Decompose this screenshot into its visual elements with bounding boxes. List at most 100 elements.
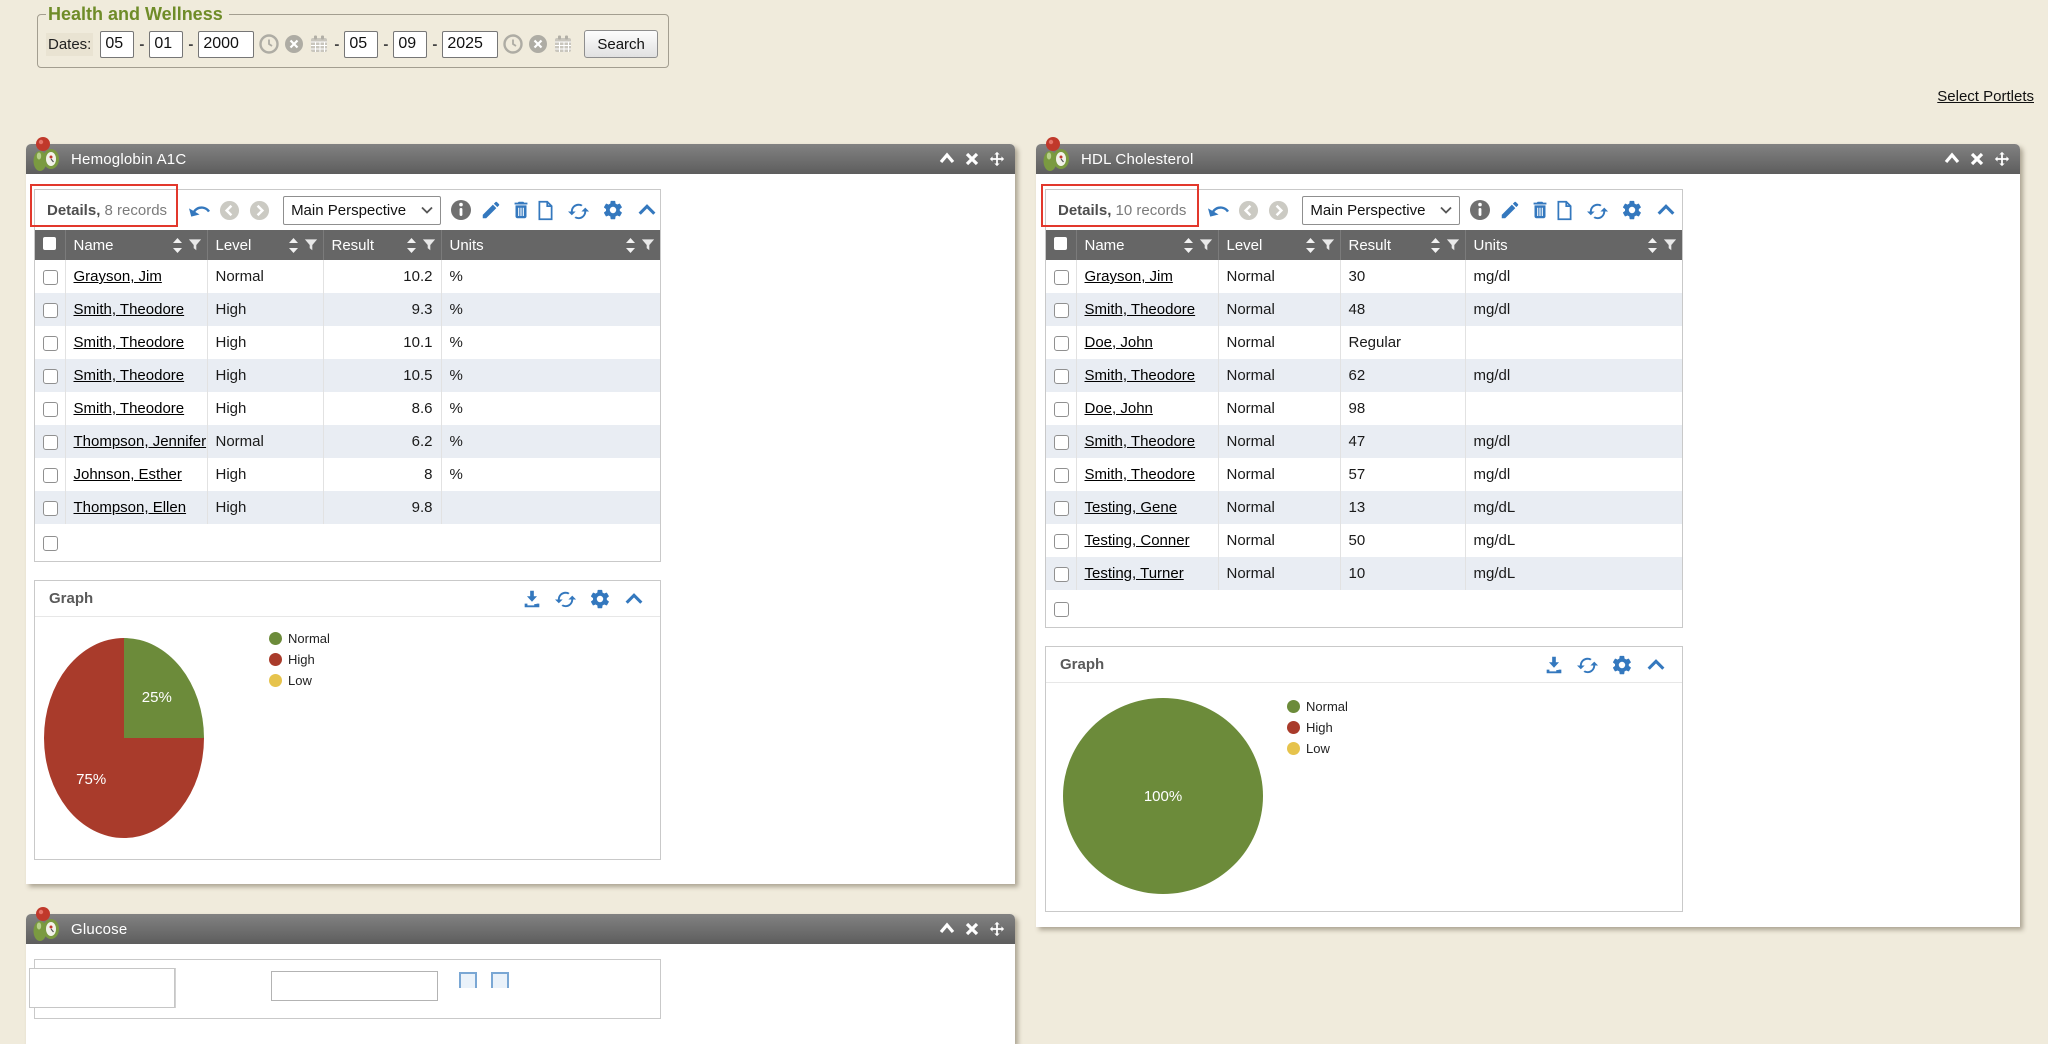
collapse-section-icon[interactable] [1644, 653, 1668, 677]
filter-icon[interactable] [641, 238, 655, 252]
filter-icon[interactable] [1321, 238, 1335, 252]
settings-icon[interactable] [1610, 653, 1634, 677]
refresh-icon[interactable] [567, 198, 591, 222]
row-checkbox[interactable] [1054, 336, 1069, 351]
move-icon[interactable] [1994, 151, 2010, 167]
perspective-select-partial[interactable] [271, 971, 438, 1001]
row-checkbox[interactable] [43, 270, 58, 285]
filter-icon[interactable] [304, 238, 318, 252]
undo-icon[interactable] [187, 198, 211, 222]
filter-icon[interactable] [188, 238, 202, 252]
undo-icon[interactable] [1206, 198, 1230, 222]
collapse-section-icon[interactable] [622, 587, 646, 611]
filter-icon[interactable] [1663, 238, 1677, 252]
row-checkbox[interactable] [1054, 468, 1069, 483]
from-clear-icon[interactable] [284, 34, 304, 54]
sort-icon[interactable] [288, 238, 299, 253]
delete-icon[interactable] [1528, 198, 1552, 222]
close-icon[interactable] [964, 921, 980, 937]
patient-name-link[interactable]: Doe, John [1085, 400, 1153, 417]
edit-icon[interactable] [1498, 198, 1522, 222]
portlet-header[interactable]: HDL Cholesterol [1036, 144, 2020, 174]
move-icon[interactable] [989, 921, 1005, 937]
row-checkbox[interactable] [1054, 534, 1069, 549]
patient-name-link[interactable]: Thompson, Jennifer [74, 433, 207, 450]
to-day-input[interactable] [393, 31, 427, 58]
portlet-header[interactable]: Glucose [26, 914, 1015, 944]
patient-name-link[interactable]: Doe, John [1085, 334, 1153, 351]
from-day-input[interactable] [149, 31, 183, 58]
collapse-section-icon[interactable] [635, 198, 659, 222]
sort-icon[interactable] [625, 238, 636, 253]
row-checkbox[interactable] [43, 536, 58, 551]
select-portlets-link[interactable]: Select Portlets [1937, 88, 2034, 105]
patient-name-link[interactable]: Smith, Theodore [74, 301, 185, 318]
refresh-icon[interactable] [1576, 653, 1600, 677]
select-all-checkbox[interactable] [1054, 237, 1067, 250]
new-record-icon[interactable] [1552, 198, 1576, 222]
patient-name-link[interactable]: Smith, Theodore [1085, 367, 1196, 384]
sort-icon[interactable] [1305, 238, 1316, 253]
patient-name-link[interactable]: Smith, Theodore [74, 367, 185, 384]
row-checkbox[interactable] [1054, 435, 1069, 450]
filter-icon[interactable] [1446, 238, 1460, 252]
patient-name-link[interactable]: Smith, Theodore [1085, 466, 1196, 483]
row-checkbox[interactable] [43, 501, 58, 516]
patient-name-link[interactable]: Testing, Gene [1085, 499, 1178, 516]
patient-name-link[interactable]: Smith, Theodore [1085, 301, 1196, 318]
row-checkbox[interactable] [43, 369, 58, 384]
search-button[interactable]: Search [584, 30, 658, 58]
row-checkbox[interactable] [1054, 369, 1069, 384]
row-checkbox[interactable] [1054, 501, 1069, 516]
sort-icon[interactable] [1430, 238, 1441, 253]
row-checkbox[interactable] [43, 303, 58, 318]
row-checkbox[interactable] [1054, 303, 1069, 318]
settings-icon[interactable] [601, 198, 625, 222]
refresh-icon[interactable] [554, 587, 578, 611]
info-icon[interactable] [1468, 198, 1492, 222]
edit-icon[interactable] [479, 198, 503, 222]
minimize-icon[interactable] [939, 921, 955, 937]
row-checkbox[interactable] [1054, 270, 1069, 285]
next-record-icon[interactable] [1266, 198, 1290, 222]
row-checkbox[interactable] [43, 336, 58, 351]
to-clear-icon[interactable] [528, 34, 548, 54]
select-all-checkbox[interactable] [43, 237, 56, 250]
row-checkbox[interactable] [43, 435, 58, 450]
perspective-select[interactable]: Main Perspective [1302, 196, 1460, 225]
info-icon[interactable] [449, 198, 473, 222]
settings-icon[interactable] [588, 587, 612, 611]
delete-icon[interactable] [509, 198, 533, 222]
portlet-header[interactable]: Hemoglobin A1C [26, 144, 1015, 174]
to-calendar-icon[interactable] [553, 34, 573, 54]
to-clock-icon[interactable] [503, 34, 523, 54]
download-icon[interactable] [1542, 653, 1566, 677]
from-calendar-icon[interactable] [309, 34, 329, 54]
patient-name-link[interactable]: Thompson, Ellen [74, 499, 187, 516]
patient-name-link[interactable]: Smith, Theodore [74, 334, 185, 351]
row-checkbox[interactable] [1054, 602, 1069, 617]
filter-icon[interactable] [422, 238, 436, 252]
toolbar-icon-partial[interactable] [459, 972, 477, 988]
patient-name-link[interactable]: Smith, Theodore [1085, 433, 1196, 450]
patient-name-link[interactable]: Testing, Conner [1085, 532, 1190, 549]
from-year-input[interactable] [198, 31, 254, 58]
patient-name-link[interactable]: Grayson, Jim [1085, 268, 1173, 285]
patient-name-link[interactable]: Testing, Turner [1085, 565, 1184, 582]
prev-record-icon[interactable] [1236, 198, 1260, 222]
move-icon[interactable] [989, 151, 1005, 167]
prev-record-icon[interactable] [217, 198, 241, 222]
perspective-select[interactable]: Main Perspective [283, 196, 441, 225]
row-checkbox[interactable] [43, 402, 58, 417]
collapse-section-icon[interactable] [1654, 198, 1678, 222]
from-month-input[interactable] [100, 31, 134, 58]
toolbar-icon-partial[interactable] [491, 972, 509, 988]
sort-icon[interactable] [1647, 238, 1658, 253]
patient-name-link[interactable]: Smith, Theodore [74, 400, 185, 417]
select-all-header[interactable] [35, 230, 65, 260]
patient-name-link[interactable]: Johnson, Esther [74, 466, 182, 483]
download-icon[interactable] [520, 587, 544, 611]
minimize-icon[interactable] [1944, 151, 1960, 167]
new-record-icon[interactable] [533, 198, 557, 222]
settings-icon[interactable] [1620, 198, 1644, 222]
